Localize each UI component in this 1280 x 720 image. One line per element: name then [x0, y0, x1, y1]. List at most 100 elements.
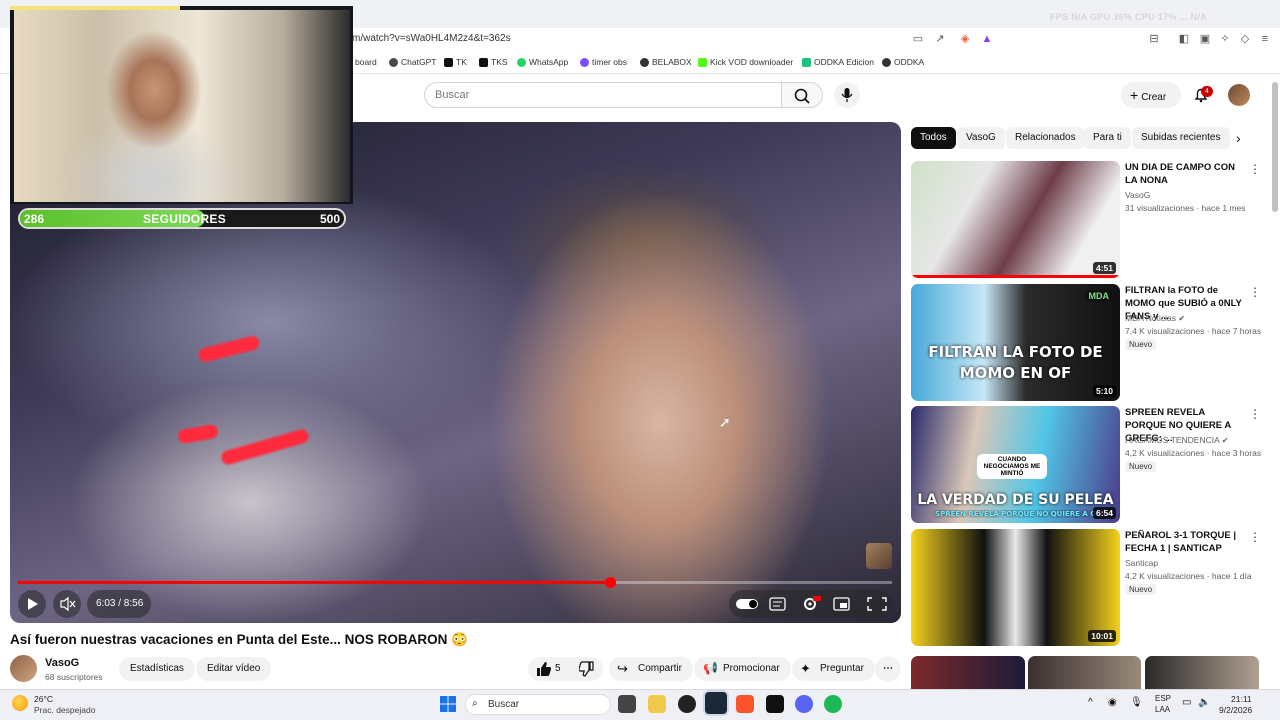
channel-watermark[interactable] [866, 543, 892, 569]
globe-icon [882, 57, 891, 67]
chip-related[interactable]: Relacionados [1006, 127, 1085, 149]
mute-button[interactable] [53, 590, 81, 618]
steam-icon[interactable] [705, 692, 727, 714]
rec-thumbnail[interactable]: 4:51 [911, 161, 1120, 278]
bookmark-tks[interactable]: TKS [479, 57, 508, 67]
light-streak [197, 334, 261, 364]
rec-more-icon[interactable]: ⋮ [1249, 162, 1261, 176]
channel-avatar[interactable] [10, 655, 37, 682]
epic-games-icon[interactable] [766, 695, 784, 713]
play-button[interactable] [18, 590, 46, 618]
ai-icon[interactable]: ✧ [1218, 32, 1232, 46]
rec-channel[interactable]: VasoG [1125, 190, 1150, 200]
microphone-icon [841, 88, 853, 102]
network-icon[interactable]: ◉ [1108, 697, 1117, 708]
wallet-icon[interactable]: ▣ [1198, 32, 1212, 46]
tiktok-icon [479, 57, 488, 67]
microphone-icon[interactable]: 🎙 [1130, 697, 1143, 708]
rec-channel[interactable]: MDA Noticias ✔ [1125, 313, 1185, 323]
autoplay-toggle-icon [736, 599, 758, 609]
rec-channel[interactable]: HAGAMOS TENDENCIA ✔ [1125, 435, 1228, 445]
discord-icon[interactable] [795, 695, 813, 713]
create-label: Crear [1141, 92, 1167, 103]
bookmark-chatgpt[interactable]: ChatGPT [389, 57, 436, 67]
rewards-icon[interactable]: ▲ [980, 32, 994, 46]
bookmark-board[interactable]: board [355, 57, 377, 67]
weather-temperature[interactable]: 26°C [34, 694, 53, 704]
rec-thumbnail[interactable]: MDA FILTRAN LA FOTO DE MOMO EN OF 5:10 [911, 284, 1120, 401]
rec-more-icon[interactable]: ⋮ [1249, 530, 1261, 544]
subscriber-count: 68 suscriptores [45, 672, 103, 682]
progress-scrubber[interactable] [604, 577, 616, 588]
search-button[interactable] [781, 82, 823, 108]
bookmark-timer-obs[interactable]: timer obs [580, 57, 627, 67]
sparkle-icon: ✦ [800, 661, 811, 676]
chip-for-you[interactable]: Para ti [1084, 127, 1131, 149]
bookmark-belabox[interactable]: BELABOX [640, 57, 692, 67]
rec-thumbnail[interactable]: CUANDO NEGOCIAMOS ME MINTIÓ LA VERDAD DE… [911, 406, 1120, 523]
menu-icon[interactable]: ≡ [1258, 32, 1272, 46]
rec-thumbnail[interactable] [1145, 656, 1259, 689]
brave-icon[interactable] [736, 695, 754, 713]
tab-search-icon[interactable]: ⊟ [1147, 32, 1161, 46]
bookmark-oddka[interactable]: ODDKA [882, 57, 924, 67]
share-arrow-icon: ↪ [617, 661, 628, 676]
webcam-accent [10, 6, 180, 10]
edit-video-button[interactable]: Editar vídeo [196, 657, 272, 681]
chevron-up-icon[interactable]: ^ [1088, 697, 1093, 708]
more-horizontal-icon: ⋯ [883, 663, 893, 674]
chip-all[interactable]: Todos [911, 127, 956, 149]
rec-more-icon[interactable]: ⋮ [1249, 285, 1261, 299]
search-input[interactable]: Buscar [424, 82, 782, 108]
share-icon[interactable]: ↗ [933, 32, 947, 46]
chip-vasog[interactable]: VasoG [957, 127, 1005, 149]
like-count: 5 [555, 663, 561, 674]
thumb-text: LA VERDAD DE SU PELEA [917, 492, 1114, 508]
rec-more-icon[interactable]: ⋮ [1249, 407, 1261, 421]
taskbar-search[interactable]: Buscar [465, 694, 611, 715]
rec-channel[interactable]: Santicap [1125, 558, 1158, 568]
player-controls-icons [736, 596, 887, 611]
rec-thumbnail[interactable]: 10:01 [911, 529, 1120, 646]
weather-sun-icon[interactable] [12, 695, 28, 711]
clock-time[interactable]: 21:11 [1231, 694, 1252, 704]
start-button[interactable] [440, 696, 456, 717]
sidebar-icon[interactable]: ◧ [1177, 32, 1191, 46]
file-explorer-icon[interactable] [648, 695, 666, 713]
performance-overlay: FPS N/A GPU 36% CPU 17% ... N/A [1050, 12, 1208, 22]
bookmark-oddka-edicion[interactable]: ODDKA Edicion [802, 57, 874, 67]
brave-shield-icon[interactable]: ◈ [958, 32, 972, 46]
chip-recent-uploads[interactable]: Subidas recientes [1132, 127, 1230, 149]
bookmark-kick-vod[interactable]: Kick VOD downloader [698, 57, 793, 67]
rec-thumbnail[interactable] [911, 656, 1025, 689]
page-scrollbar[interactable] [1272, 82, 1278, 212]
rec-title[interactable]: UN DIA DE CAMPO CON LA NONA [1125, 161, 1245, 187]
rec-title[interactable]: PEÑAROL 3-1 TORQUE | FECHA 1 | SANTICAP [1125, 529, 1245, 555]
create-button[interactable]: + Crear [1121, 82, 1181, 108]
rec-thumbnail[interactable] [1028, 656, 1141, 689]
obs-icon[interactable] [678, 695, 696, 713]
bookmark-tk[interactable]: TK [444, 57, 467, 67]
search-icon [794, 88, 810, 104]
voice-search-button[interactable] [834, 82, 860, 108]
analytics-button[interactable]: Estadísticas [119, 657, 195, 681]
chevron-right-icon[interactable]: › [1236, 130, 1241, 146]
volume-icon[interactable]: 🔈 [1198, 697, 1210, 708]
url-text[interactable]: m/watch?v=sWa0HL4M2z4&t=362s [352, 33, 511, 44]
like-button[interactable] [535, 661, 552, 682]
keyboard-layout[interactable]: LAA [1155, 705, 1170, 714]
clock-date[interactable]: 9/2/2026 [1219, 705, 1252, 715]
spotify-icon[interactable] [824, 695, 842, 713]
notifications-badge: 4 [1201, 86, 1213, 97]
channel-name[interactable]: VasoG [45, 657, 79, 669]
account-avatar[interactable] [1228, 84, 1250, 106]
display-icon[interactable]: ▭ [1182, 697, 1191, 708]
weather-description[interactable]: Prac. despejado [34, 705, 95, 715]
input-language[interactable]: ESP [1155, 694, 1171, 703]
bookmark-whatsapp[interactable]: WhatsApp [517, 57, 568, 67]
taskview-icon[interactable] [618, 695, 636, 713]
vpn-icon[interactable]: ◇ [1238, 32, 1252, 46]
dislike-button[interactable] [578, 661, 595, 682]
install-icon[interactable]: ▭ [911, 32, 925, 46]
more-actions-button[interactable]: ⋯ [875, 657, 901, 681]
